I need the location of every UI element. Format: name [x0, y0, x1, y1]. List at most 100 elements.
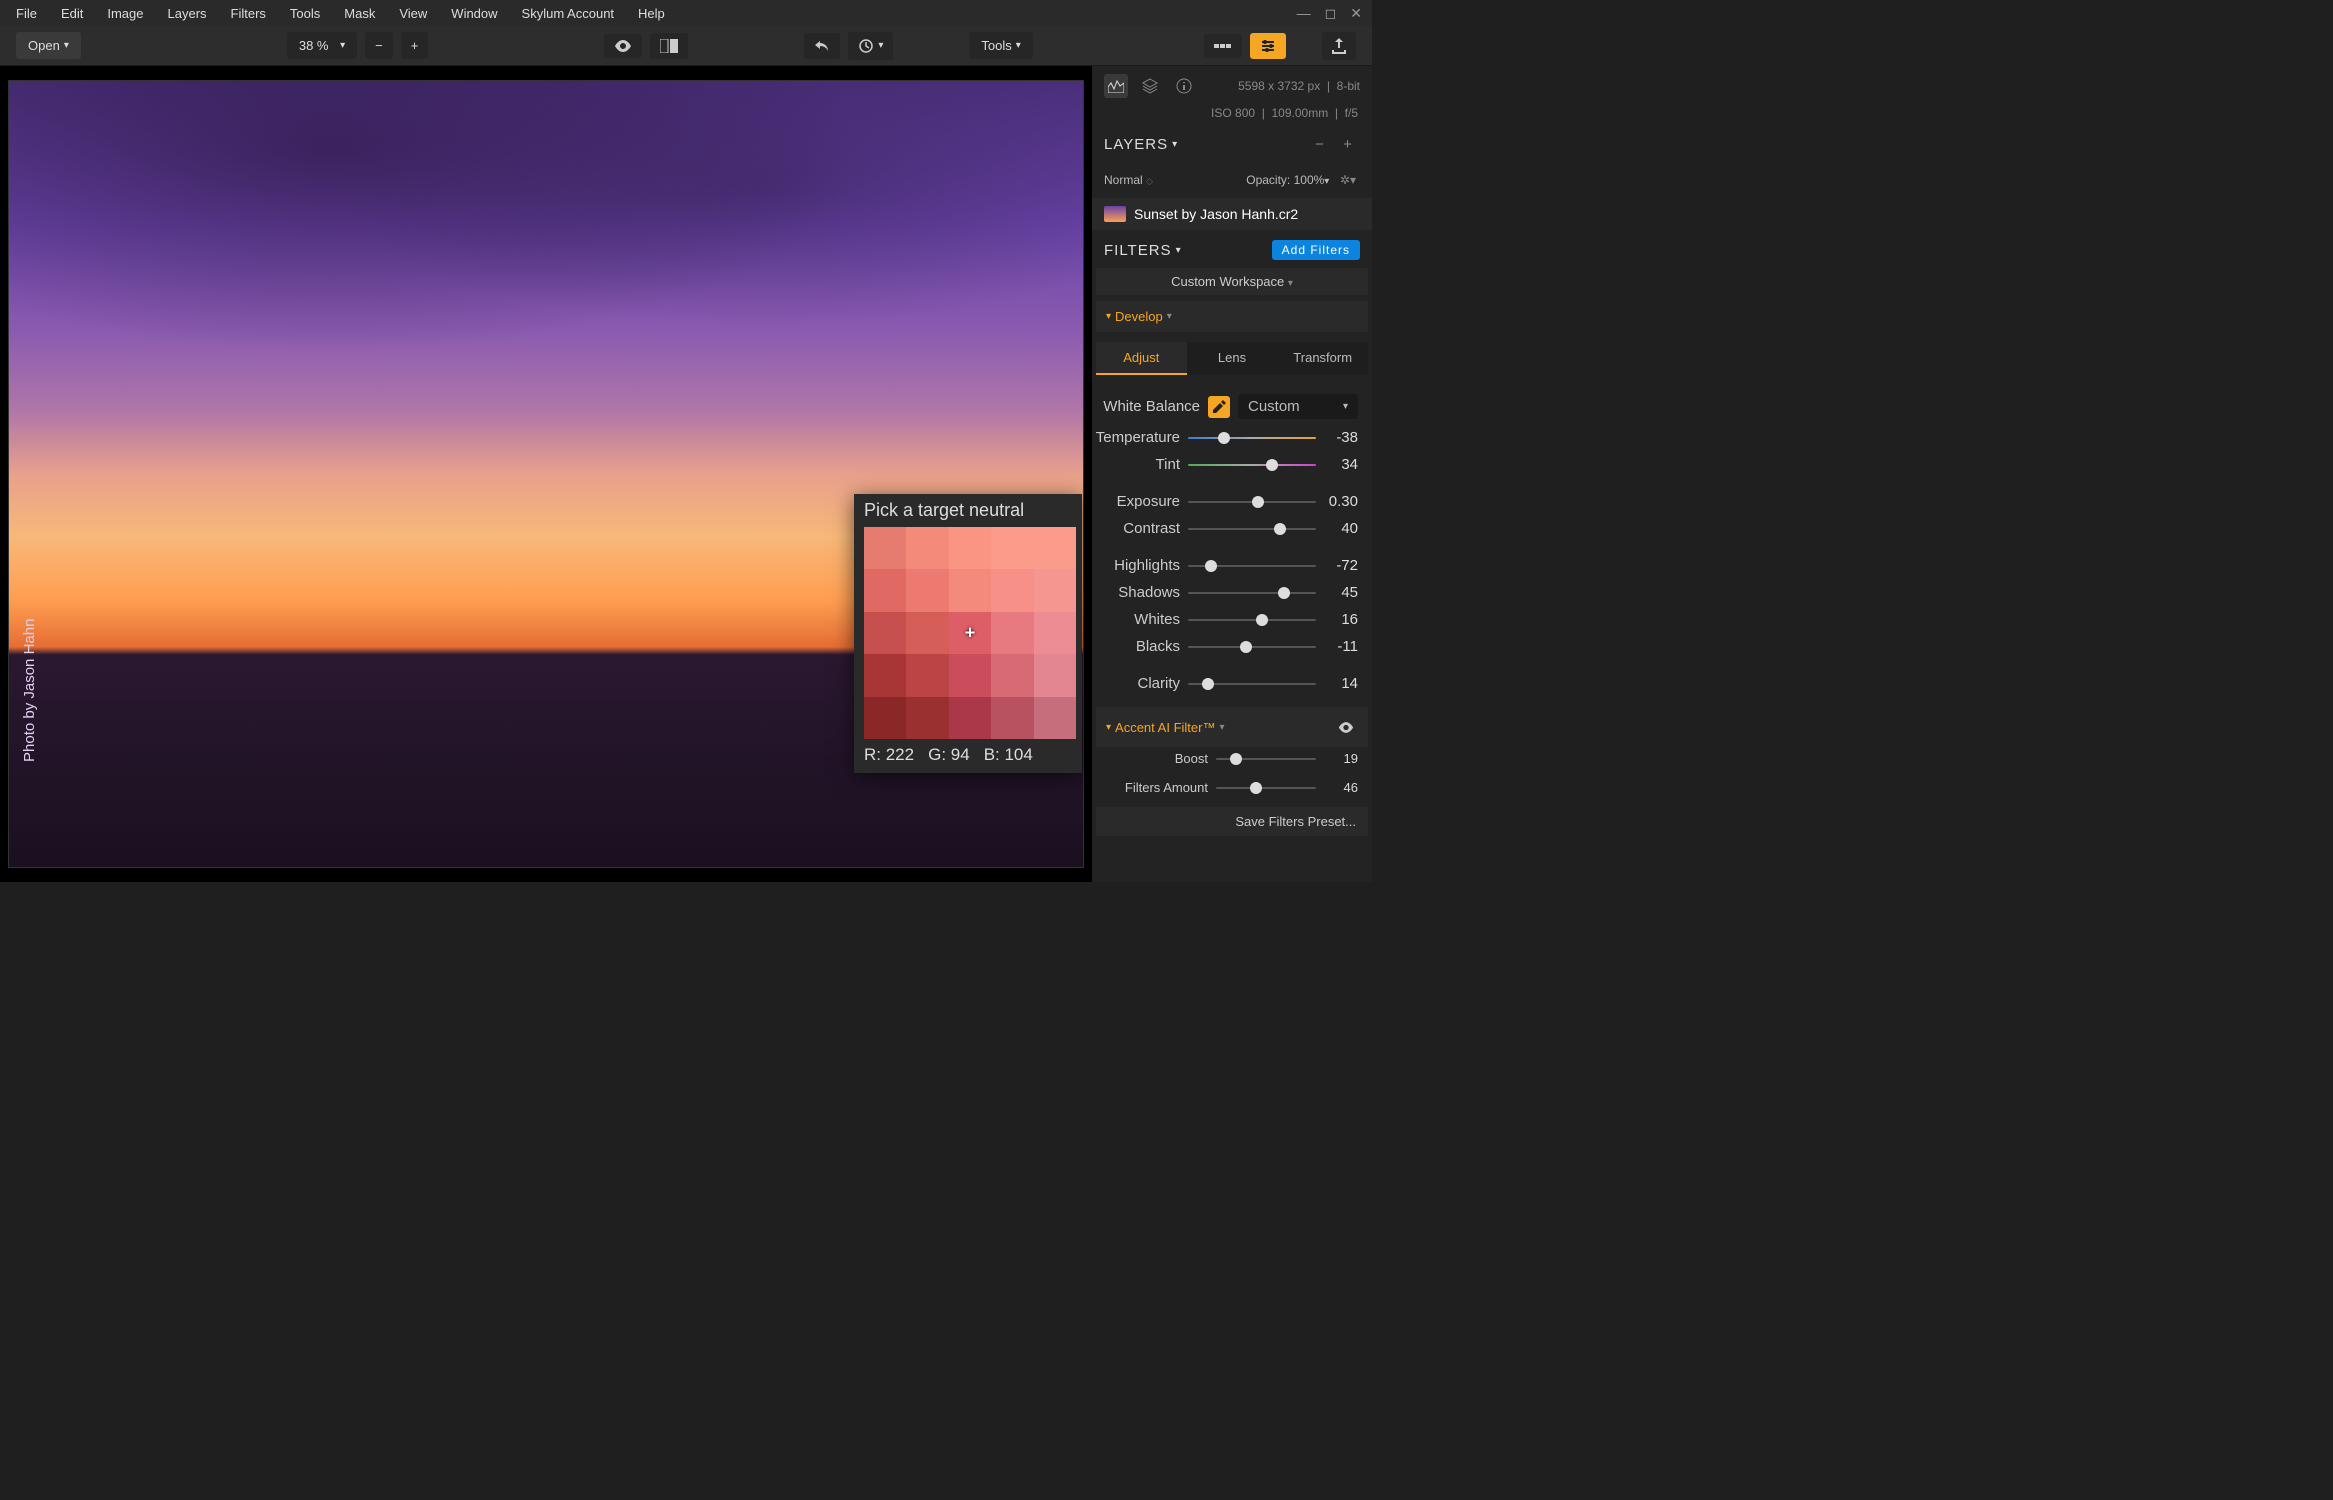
- boost-value: 19: [1324, 751, 1358, 766]
- side-panel: 5598 x 3732 px | 8-bit ISO 800 | 109.00m…: [1092, 66, 1372, 882]
- zoom-dropdown[interactable]: 38 % ▾: [287, 32, 357, 59]
- menu-help[interactable]: Help: [626, 2, 677, 25]
- history-button[interactable]: ▾: [848, 32, 893, 60]
- swatch[interactable]: [1034, 612, 1076, 654]
- export-button[interactable]: [1322, 32, 1356, 60]
- swatch[interactable]: [1034, 569, 1076, 611]
- compare-button[interactable]: [650, 33, 688, 59]
- save-preset-button[interactable]: Save Filters Preset...: [1096, 807, 1368, 836]
- menu-filters[interactable]: Filters: [219, 2, 278, 25]
- image-dimensions: 5598 x 3732 px | 8-bit: [1238, 79, 1360, 93]
- swatch[interactable]: [906, 527, 948, 569]
- menu-window[interactable]: Window: [439, 2, 509, 25]
- open-button[interactable]: Open ▾: [16, 32, 81, 59]
- swatch[interactable]: [991, 527, 1033, 569]
- add-layer-icon[interactable]: +: [1336, 132, 1360, 156]
- presets-view-button[interactable]: [1204, 34, 1242, 58]
- wb-mode-dropdown[interactable]: Custom▾: [1238, 394, 1358, 419]
- add-filters-button[interactable]: Add Filters: [1272, 240, 1360, 260]
- maximize-icon[interactable]: ◻: [1325, 5, 1337, 22]
- slider-contrast[interactable]: [1188, 528, 1316, 530]
- menu-tools[interactable]: Tools: [278, 2, 332, 25]
- slider-tint[interactable]: [1188, 464, 1316, 466]
- swatch[interactable]: [991, 612, 1033, 654]
- tab-lens[interactable]: Lens: [1187, 342, 1278, 375]
- swatch[interactable]: [906, 569, 948, 611]
- preview-eye-button[interactable]: [604, 34, 642, 58]
- swatch[interactable]: [864, 654, 906, 696]
- swatch[interactable]: [991, 654, 1033, 696]
- slider-label-tint: Tint: [1094, 456, 1180, 473]
- menu-layers[interactable]: Layers: [156, 2, 219, 25]
- accent-ai-group[interactable]: ▾ Accent AI Filter™ ▾: [1096, 707, 1368, 747]
- layers-header[interactable]: LAYERS▾ − +: [1092, 124, 1372, 164]
- menu-file[interactable]: File: [4, 2, 49, 25]
- close-icon[interactable]: ✕: [1350, 5, 1362, 22]
- filters-amount-label: Filters Amount: [1122, 780, 1208, 795]
- slider-label-exposure: Exposure: [1094, 493, 1180, 510]
- swatch[interactable]: [906, 697, 948, 739]
- neutral-picker-panel: Pick a target neutral R: 222G: 94B: 104: [854, 494, 1082, 773]
- info-icon[interactable]: [1172, 74, 1196, 98]
- swatch[interactable]: [1034, 527, 1076, 569]
- layer-gear-icon[interactable]: ✲▾: [1336, 168, 1360, 192]
- collapse-layers-icon[interactable]: −: [1308, 132, 1332, 156]
- zoom-in-button[interactable]: +: [401, 32, 429, 59]
- swatch[interactable]: [991, 697, 1033, 739]
- tools-dropdown[interactable]: Tools ▾: [969, 32, 1032, 59]
- swatch[interactable]: [906, 654, 948, 696]
- menu-skylum-account[interactable]: Skylum Account: [510, 2, 627, 25]
- swatch[interactable]: [949, 569, 991, 611]
- develop-group[interactable]: ▾ Develop ▾: [1096, 301, 1368, 332]
- canvas-area[interactable]: Photo by Jason Hahn Pick a target neutra…: [0, 66, 1092, 882]
- slider-clarity[interactable]: [1188, 683, 1316, 685]
- menu-image[interactable]: Image: [95, 2, 155, 25]
- zoom-out-button[interactable]: −: [365, 32, 393, 59]
- workspace-dropdown[interactable]: Custom Workspace ▾: [1096, 268, 1368, 295]
- swatch[interactable]: [864, 569, 906, 611]
- swatch[interactable]: [864, 697, 906, 739]
- slider-label-contrast: Contrast: [1094, 520, 1180, 537]
- swatch[interactable]: [949, 697, 991, 739]
- slider-blacks[interactable]: [1188, 646, 1316, 648]
- tab-transform[interactable]: Transform: [1277, 342, 1368, 375]
- slider-shadows[interactable]: [1188, 592, 1316, 594]
- slider-value-exposure: 0.30: [1324, 493, 1358, 510]
- eyedropper-button[interactable]: [1208, 396, 1230, 418]
- minimize-icon[interactable]: —: [1297, 5, 1311, 22]
- slider-exposure[interactable]: [1188, 501, 1316, 503]
- undo-button[interactable]: [804, 33, 840, 59]
- histogram-icon[interactable]: [1104, 74, 1128, 98]
- swatch[interactable]: [906, 612, 948, 654]
- swatch[interactable]: [949, 527, 991, 569]
- slider-value-blacks: -11: [1324, 638, 1358, 655]
- filters-amount-slider[interactable]: [1216, 787, 1316, 789]
- boost-slider[interactable]: [1216, 758, 1316, 760]
- toolbar: Open ▾ 38 % ▾ − + ▾ Tools ▾: [0, 26, 1372, 66]
- filters-header[interactable]: FILTERS▾ Add Filters: [1092, 232, 1372, 268]
- swatch[interactable]: [864, 527, 906, 569]
- swatch[interactable]: [864, 612, 906, 654]
- menu-view[interactable]: View: [387, 2, 439, 25]
- swatch[interactable]: [1034, 654, 1076, 696]
- layers-icon[interactable]: [1138, 74, 1162, 98]
- menu-edit[interactable]: Edit: [49, 2, 95, 25]
- slider-temperature[interactable]: [1188, 437, 1316, 439]
- image-exif: ISO 800 | 109.00mm | f/5: [1092, 102, 1372, 124]
- slider-label-whites: Whites: [1094, 611, 1180, 628]
- swatch[interactable]: [949, 612, 991, 654]
- boost-label: Boost: [1122, 751, 1208, 766]
- swatch[interactable]: [949, 654, 991, 696]
- accent-visibility-icon[interactable]: [1334, 715, 1358, 739]
- slider-value-tint: 34: [1324, 456, 1358, 473]
- swatch[interactable]: [1034, 697, 1076, 739]
- filters-view-button[interactable]: [1250, 33, 1286, 59]
- slider-whites[interactable]: [1188, 619, 1316, 621]
- tab-adjust[interactable]: Adjust: [1096, 342, 1187, 375]
- menu-mask[interactable]: Mask: [332, 2, 387, 25]
- blend-mode-dropdown[interactable]: Normal ◇: [1104, 173, 1153, 187]
- layer-item[interactable]: Sunset by Jason Hanh.cr2: [1092, 198, 1372, 230]
- swatch[interactable]: [991, 569, 1033, 611]
- picker-swatches[interactable]: [864, 527, 1076, 739]
- slider-highlights[interactable]: [1188, 565, 1316, 567]
